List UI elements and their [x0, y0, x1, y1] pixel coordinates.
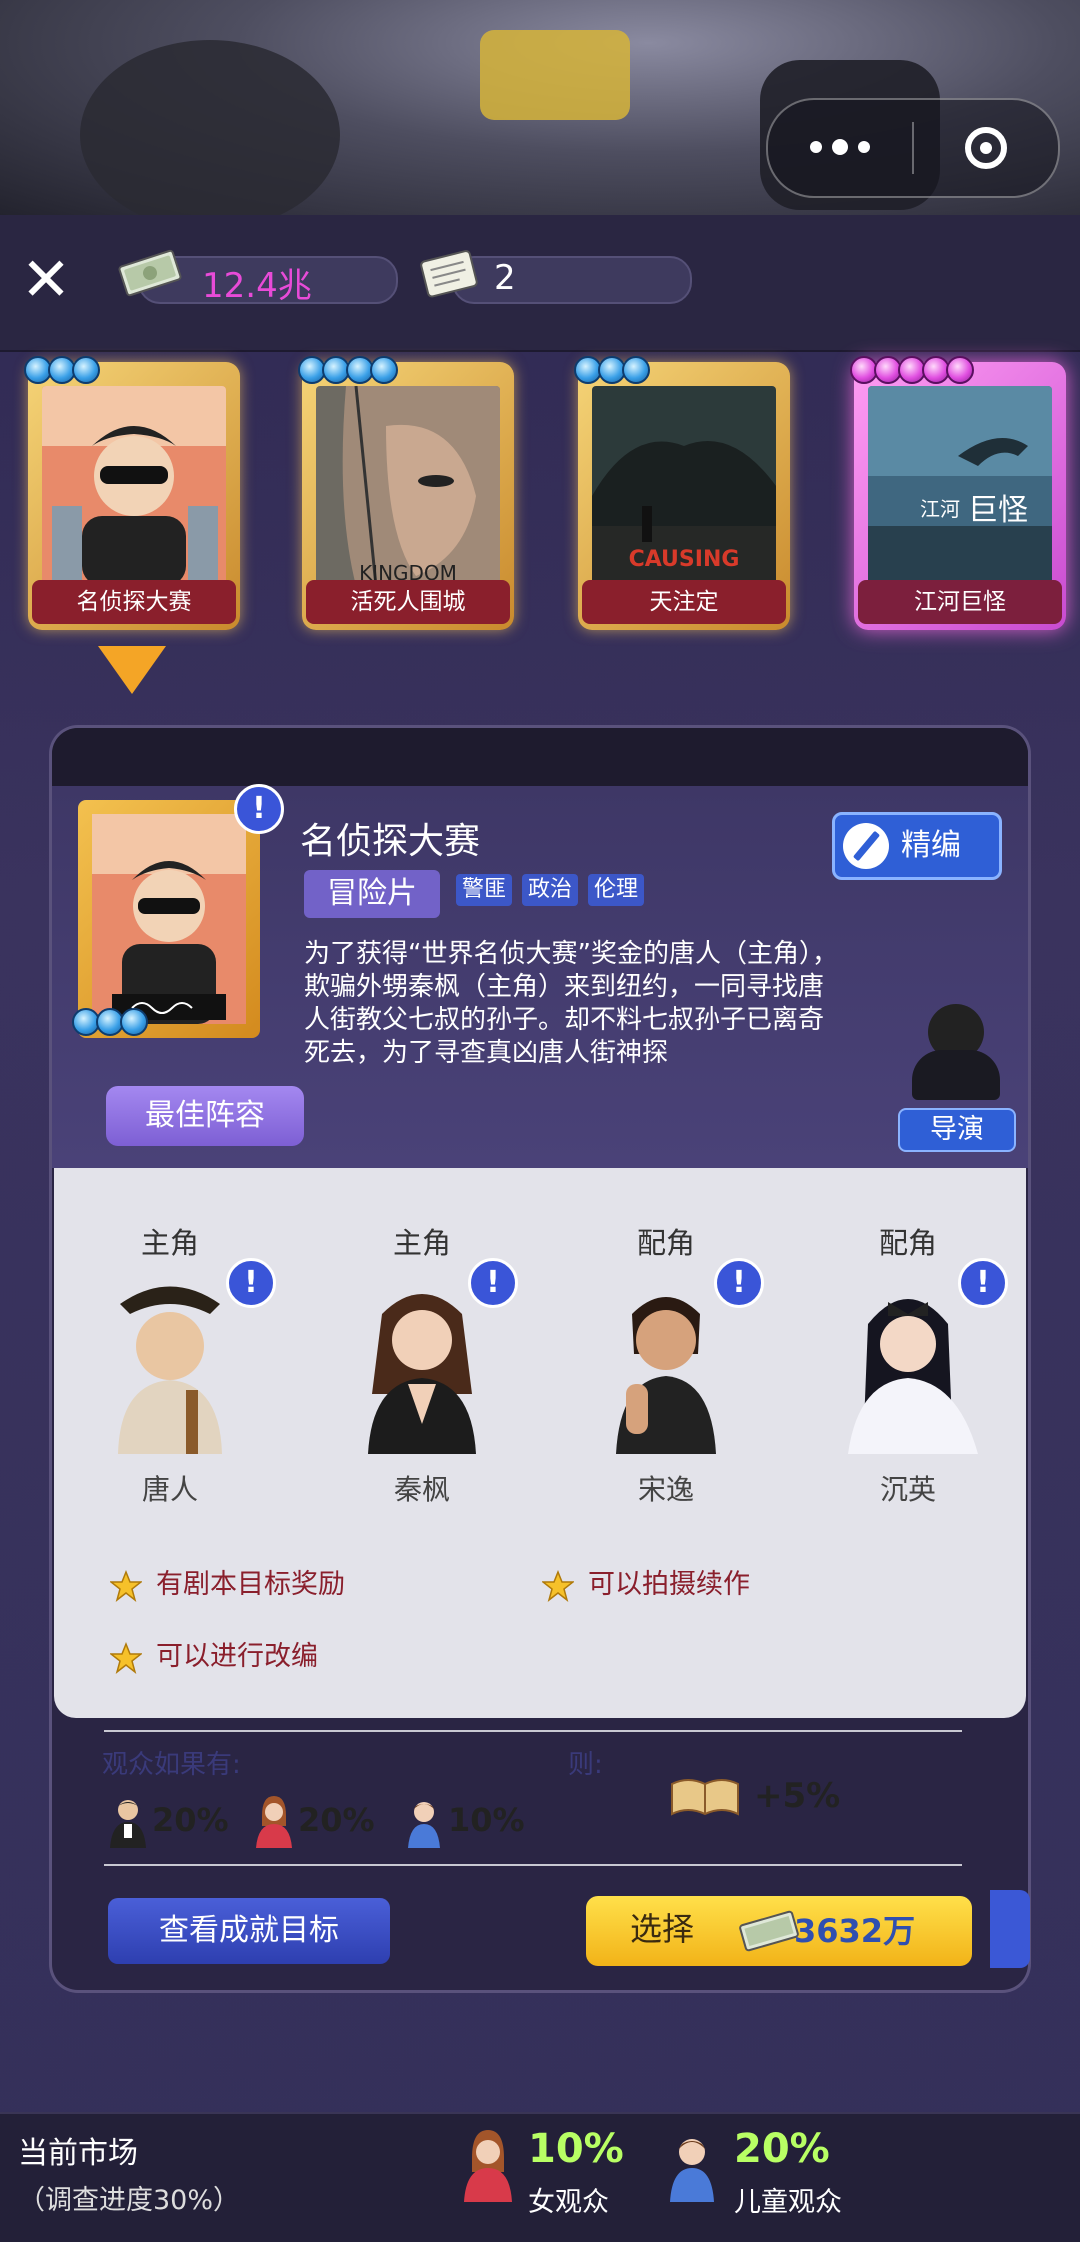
- child-audience-icon: [670, 2139, 714, 2202]
- cast-name: 唐人: [141, 1473, 198, 1506]
- bonus-item: 可以进行改编: [110, 1634, 318, 1674]
- view-goals-button[interactable]: 查看成就目标: [108, 1898, 390, 1964]
- gold-star-icon: [110, 1641, 142, 1674]
- actor-portrait: [848, 1299, 978, 1454]
- tag: 政治: [522, 874, 579, 906]
- close-program-icon[interactable]: [914, 127, 1058, 169]
- edit-button[interactable]: 精编: [832, 812, 1002, 880]
- audience-male: 20%: [108, 1796, 229, 1848]
- director-label: 导演: [898, 1108, 1016, 1152]
- cast-role: 配角: [878, 1226, 937, 1260]
- close-icon[interactable]: ✕: [18, 250, 74, 310]
- cast-name: 沉英: [879, 1473, 936, 1506]
- rating-stars: [298, 356, 398, 384]
- detail-poster[interactable]: [72, 800, 260, 1038]
- cost-value: 3632万: [794, 1912, 916, 1950]
- gold-star-icon: [110, 1569, 142, 1602]
- poster-image: [42, 386, 226, 586]
- mini-program-capsule: [766, 98, 1060, 198]
- child-audience-icon: [408, 1802, 440, 1848]
- gold-star-icon: [542, 1569, 574, 1602]
- poster-caption: 巨怪: [968, 493, 1028, 528]
- side-tab: [990, 1890, 1030, 1968]
- pen-icon: [843, 823, 889, 869]
- movie-card-2[interactable]: KINGDOM 活死人围城: [298, 356, 514, 630]
- movie-card-4[interactable]: 江河 巨怪 江河巨怪: [850, 356, 1066, 630]
- audience-female: 20%: [254, 1796, 375, 1848]
- info-badge-icon[interactable]: !: [234, 784, 284, 834]
- poster-caption: CAUSING: [629, 547, 740, 572]
- poster-caption: 江河: [920, 497, 960, 521]
- audience-bonus: +5%: [754, 1776, 841, 1816]
- divider: [104, 1730, 962, 1732]
- bonus-item: 有剧本目标奖励: [110, 1562, 345, 1602]
- book-icon: [671, 1779, 739, 1816]
- info-badge-icon[interactable]: !: [226, 1258, 276, 1308]
- movie-title: 名侦探大赛: [300, 821, 481, 862]
- money-value: 12.4兆: [202, 266, 312, 306]
- info-badge-icon[interactable]: !: [714, 1258, 764, 1308]
- more-icon[interactable]: [768, 139, 912, 155]
- bonus-item: 可以拍摄续作: [542, 1562, 750, 1602]
- director-button[interactable]: 导演: [898, 1004, 1018, 1154]
- audience-condition-label: 观众如果有:: [102, 1750, 241, 1780]
- script-count: 2: [494, 258, 516, 298]
- synopsis: 为了获得“世界名侦大赛”奖金的唐人（主角），欺骗外甥秦枫（主角）来到纽约，一同寻…: [304, 939, 838, 1068]
- money-icon: [118, 249, 182, 297]
- divider: [104, 1864, 962, 1866]
- selected-arrow-icon: [98, 646, 166, 694]
- female-audience-icon: [256, 1796, 292, 1848]
- cast-name: 宋逸: [637, 1473, 694, 1506]
- script-scroll-icon: [420, 250, 478, 298]
- poster-image: CAUSING: [592, 386, 776, 586]
- poster-image: [92, 814, 246, 1024]
- cast-role: 主角: [392, 1226, 451, 1260]
- script-pill: [452, 256, 692, 304]
- info-badge-icon[interactable]: !: [468, 1258, 518, 1308]
- movie-title: 名侦探大赛: [32, 580, 236, 624]
- tag: 伦理: [588, 874, 645, 906]
- rating-stars: [24, 356, 100, 384]
- audience-child: 10%: [404, 1796, 525, 1848]
- poster-image: KINGDOM: [316, 386, 500, 586]
- select-button[interactable]: 选择 3632万: [586, 1896, 972, 1966]
- info-badge-icon[interactable]: !: [958, 1258, 1008, 1308]
- market-title: 当前市场: [18, 2136, 138, 2171]
- tag: 警匪: [456, 874, 513, 906]
- actor-portrait: [118, 1286, 222, 1454]
- movie-card-1[interactable]: 名侦探大赛: [24, 356, 240, 630]
- movie-title: 江河巨怪: [858, 580, 1062, 624]
- cast-name: 秦枫: [393, 1473, 450, 1506]
- female-audience-icon: [464, 2130, 512, 2202]
- movie-title: 活死人围城: [306, 580, 510, 624]
- cast-role: 主角: [140, 1226, 199, 1260]
- audience-effect-label: 则:: [568, 1750, 603, 1780]
- movie-title: 天注定: [582, 580, 786, 624]
- market-progress: （调查进度30%）: [18, 2185, 241, 2216]
- poster-image: 江河 巨怪: [868, 386, 1052, 586]
- movie-card-3[interactable]: CAUSING 天注定: [574, 356, 790, 630]
- male-audience-icon: [110, 1800, 146, 1848]
- cast-role: 配角: [636, 1226, 695, 1260]
- genre-badge: 冒险片: [304, 870, 440, 918]
- best-cast-button[interactable]: 最佳阵容: [106, 1086, 304, 1146]
- rating-stars: [850, 356, 974, 384]
- rating-stars: [574, 356, 650, 384]
- rating-stars: [72, 1008, 148, 1036]
